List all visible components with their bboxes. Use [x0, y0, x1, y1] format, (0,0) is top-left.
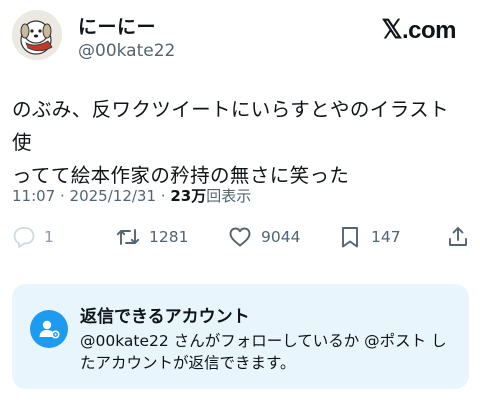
retweet-count: 1281	[149, 228, 189, 246]
avatar[interactable]	[12, 10, 62, 60]
bookmark-count: 147	[371, 228, 401, 246]
reply-settings-description: @00kate22 さんがフォローしているか @ポスト したアカウントが返信でき…	[80, 332, 447, 372]
meta-separator: ·	[55, 187, 70, 205]
user-handle[interactable]: @00kate22	[78, 41, 175, 61]
share-button[interactable]	[446, 222, 470, 252]
bookmark-icon	[342, 227, 358, 248]
bookmark-button[interactable]: 147	[338, 222, 401, 252]
reply-button[interactable]: 1	[12, 222, 54, 252]
dog-avatar-icon	[12, 10, 62, 60]
views-count: 23万	[170, 187, 207, 205]
post-date[interactable]: 2025/12/31	[70, 187, 156, 205]
x-logo-suffix: .com	[401, 17, 457, 44]
reply-settings-title: 返信できるアカウント	[80, 307, 250, 327]
post-header: にーにー @00kate22 𝕏.com	[0, 0, 480, 70]
reply-icon	[13, 227, 35, 248]
action-bar: 1 1281 9044 147	[0, 222, 480, 252]
reply-restriction-card: 返信できるアカウント @00kate22 さんがフォローしているか @ポスト し…	[12, 284, 469, 389]
display-name[interactable]: にーにー	[78, 12, 156, 39]
like-count: 9044	[261, 228, 301, 246]
reply-count: 1	[44, 228, 54, 246]
meta-separator: ·	[156, 187, 171, 205]
person-mention-glyph	[39, 320, 60, 339]
retweet-icon	[116, 229, 140, 245]
views-label: 回表示	[206, 187, 252, 205]
heart-icon	[229, 227, 251, 247]
retweet-button[interactable]: 1281	[116, 222, 188, 252]
x-logo-mark: 𝕏	[381, 14, 403, 44]
post-meta: 11:07 · 2025/12/31 · 23万回表示	[12, 185, 251, 206]
share-icon	[449, 227, 467, 246]
person-mention-icon	[30, 310, 68, 348]
post-text: のぶみ、反ワクツイートにいらすとやのイラスト使 ってて絵本作家の矜持の無さに笑っ…	[12, 93, 468, 192]
x-logo: 𝕏.com	[381, 14, 457, 45]
post-text-line: のぶみ、反ワクツイートにいらすとやのイラスト使	[12, 98, 450, 154]
like-button[interactable]: 9044	[228, 222, 300, 252]
post-time[interactable]: 11:07	[12, 187, 55, 205]
